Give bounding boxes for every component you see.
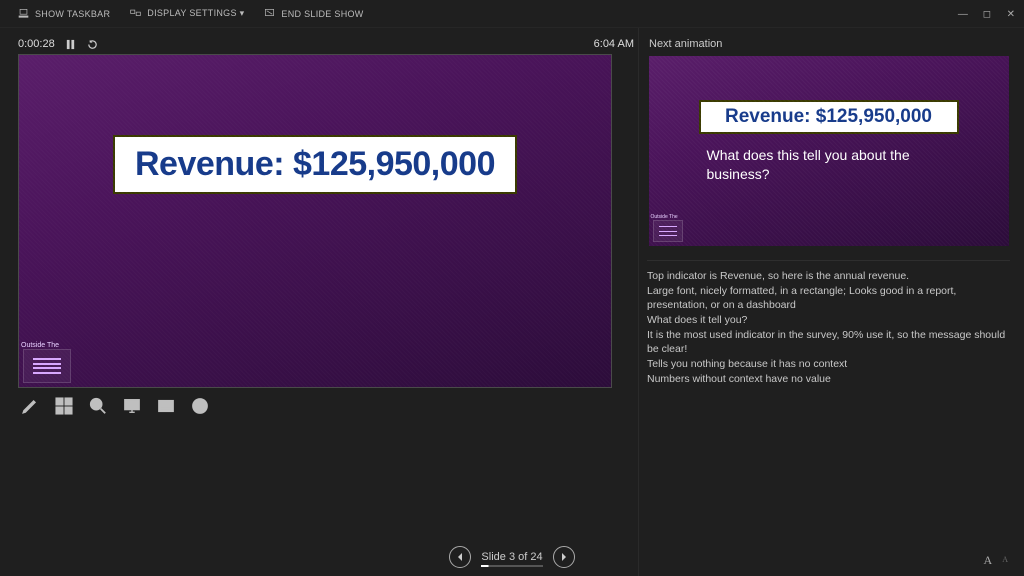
slide-logo-icon [23,349,71,383]
notes-line: Top indicator is Revenue, so here is the… [647,269,1006,284]
restart-timer-icon[interactable] [87,38,99,50]
slide-logo-label: Outside The [21,342,59,349]
left-panel: 0:00:28 6:04 AM Revenue: $125,950,000 Ou… [0,28,638,576]
decrease-font-button[interactable]: A [1002,555,1008,570]
show-taskbar-button[interactable]: SHOW TASKBAR [8,4,120,23]
notes-line: Large font, nicely formatted, in a recta… [647,284,1006,313]
presenter-tools [18,388,634,424]
next-slide-button[interactable] [553,546,575,568]
next-slide-logo-icon [653,220,683,242]
pause-timer-icon[interactable] [65,38,77,50]
show-taskbar-label: SHOW TASKBAR [35,9,110,19]
next-slide-preview: Revenue: $125,950,000 What does this tel… [649,56,1009,246]
black-screen-icon[interactable] [122,396,142,416]
elapsed-time: 0:00:28 [18,38,55,50]
speaker-notes[interactable]: Top indicator is Revenue, so here is the… [647,260,1010,460]
display-settings-button[interactable]: DISPLAY SETTINGS ▾ [120,4,254,23]
revenue-text: Revenue: $125,950,000 [135,145,495,183]
next-revenue-text: Revenue: $125,950,000 [725,106,932,127]
clock-time: 6:04 AM [594,38,634,50]
topbar: SHOW TASKBAR DISPLAY SETTINGS ▾ END SLID… [0,0,1024,28]
increase-font-button[interactable]: A [984,553,993,568]
subtitle-icon[interactable] [156,396,176,416]
notes-line: It is the most used indicator in the sur… [647,328,1006,357]
close-icon[interactable]: ✕ [1004,7,1018,21]
current-slide: Revenue: $125,950,000 Outside The [18,54,612,388]
end-slide-show-label: END SLIDE SHOW [281,9,363,19]
pen-tool-icon[interactable] [20,396,40,416]
prev-slide-button[interactable] [449,546,471,568]
notes-line: What does it tell you? [647,313,1006,328]
zoom-tool-icon[interactable] [88,396,108,416]
end-slide-show-button[interactable]: END SLIDE SHOW [254,4,373,23]
maximize-icon[interactable]: ◻ [980,7,994,21]
display-settings-label: DISPLAY SETTINGS ▾ [147,8,244,19]
next-animation-label: Next animation [647,36,1010,56]
right-panel: Next animation Revenue: $125,950,000 Wha… [638,28,1024,576]
window-controls: — ◻ ✕ [956,0,1018,28]
more-options-icon[interactable] [190,396,210,416]
notes-line: Numbers without context have no value [647,372,1006,387]
minimize-icon[interactable]: — [956,7,970,21]
timer-row: 0:00:28 6:04 AM [18,36,634,54]
slide-counter[interactable]: Slide 3 of 24 [481,551,542,563]
main-area: 0:00:28 6:04 AM Revenue: $125,950,000 Ou… [0,28,1024,576]
next-question-text: What does this tell you about the busine… [707,146,969,184]
bottom-nav: Slide 3 of 24 [0,546,1024,568]
see-all-slides-icon[interactable] [54,396,74,416]
next-revenue-box: Revenue: $125,950,000 [699,100,959,134]
presenter-view-root: SHOW TASKBAR DISPLAY SETTINGS ▾ END SLID… [0,0,1024,576]
revenue-box: Revenue: $125,950,000 [113,135,517,194]
notes-font-size-controls: A A [984,553,1008,568]
notes-line: Tells you nothing because it has no cont… [647,357,1006,372]
